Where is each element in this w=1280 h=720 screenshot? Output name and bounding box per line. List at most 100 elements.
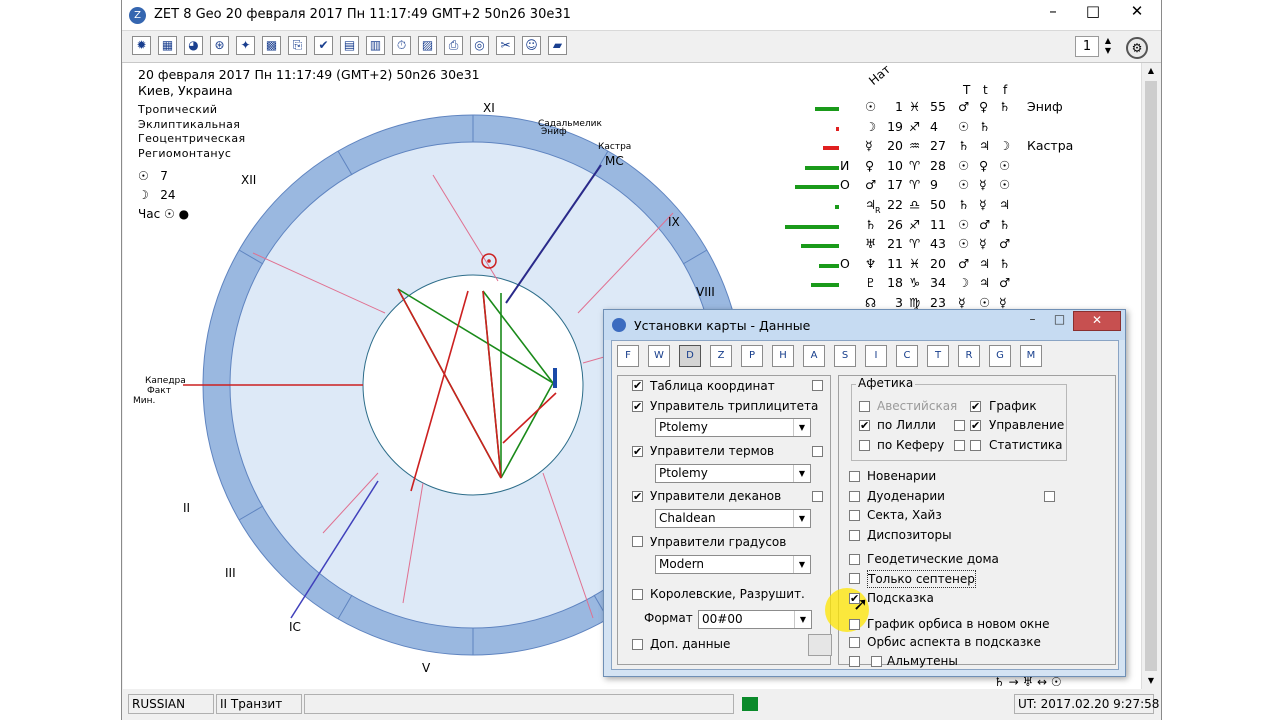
close-button[interactable]: ✕ (1113, 0, 1161, 24)
terms-extra-checkbox[interactable] (812, 446, 823, 457)
strength-bar (801, 244, 839, 249)
planet-row[interactable]: ☽ 19 ♐ 4 ☉ ♄ (783, 117, 1113, 136)
kepler-extra-checkbox[interactable] (954, 440, 965, 451)
moon-icon[interactable]: ◕ (184, 36, 203, 55)
scroll-up-arrow[interactable]: ▲ (1142, 63, 1160, 79)
settings-gear-icon[interactable]: ⚙ (1126, 37, 1148, 59)
planet-glyph: ♀ (865, 157, 875, 173)
planet-row[interactable]: ♃ 22 ♎ 50 ♄ ☿ ♃ R (783, 195, 1113, 215)
person-icon[interactable]: ☺ (522, 36, 541, 55)
coords-table-extra-checkbox[interactable] (812, 380, 823, 391)
control-checkbox[interactable] (970, 420, 981, 431)
stats-checkbox[interactable] (970, 440, 981, 451)
chevron-down-icon: ▼ (793, 510, 810, 527)
orbis-hint-checkbox[interactable] (849, 637, 860, 648)
vertical-scrollbar[interactable]: ▲ ▼ (1141, 63, 1160, 689)
royal-checkbox[interactable] (632, 589, 643, 600)
coords-table-checkbox[interactable] (632, 380, 643, 391)
dialog-tab-i[interactable]: I (865, 345, 887, 367)
dialog-tab-c[interactable]: C (896, 345, 918, 367)
triplicity-checkbox[interactable] (632, 401, 643, 412)
dialog-maximize-button[interactable]: □ (1046, 311, 1073, 329)
grid-icon[interactable]: ▩ (262, 36, 281, 55)
dialog-tab-d[interactable]: D (679, 345, 701, 367)
planet-row[interactable]: О ♂ 17 ♈ 9 ☉ ☿ ☉ (783, 175, 1113, 194)
dialog-tab-z[interactable]: Z (710, 345, 732, 367)
graph-icon[interactable]: ▰ (548, 36, 567, 55)
extra-data-checkbox[interactable] (632, 639, 643, 650)
tools-icon[interactable]: ✂ (496, 36, 515, 55)
print-icon[interactable]: ⎙ (444, 36, 463, 55)
dialog-tab-r[interactable]: R (958, 345, 980, 367)
dispositors-checkbox[interactable] (849, 530, 860, 541)
cusp-label-3: Мин. (133, 396, 156, 406)
planet-row[interactable]: О ♆ 11 ♓ 20 ♂ ♃ ♄ (783, 254, 1113, 273)
afetika-group-label: Афетика (856, 376, 916, 390)
wheel-icon[interactable]: ⊛ (210, 36, 229, 55)
dialog-tab-p[interactable]: P (741, 345, 763, 367)
terms-select[interactable]: Ptolemy ▼ (655, 464, 811, 483)
planet-row[interactable]: ☿ 20 ♒ 27 ♄ ♃ ☽ Кастра (783, 136, 1113, 155)
target-icon[interactable]: ◎ (470, 36, 489, 55)
status-ut: UT: 2017.02.20 9:27:58 (1014, 694, 1159, 714)
septener-label: Только септенер (867, 570, 976, 588)
lilly-checkbox[interactable] (859, 420, 870, 431)
house-label-ii: II (183, 501, 191, 515)
planet-row[interactable]: И ♀ 10 ♈ 28 ☉ ♀ ☉ (783, 156, 1113, 175)
calendar-icon[interactable]: ▥ (366, 36, 385, 55)
planet-row[interactable]: ♅ 21 ♈ 43 ☉ ☿ ♂ (783, 234, 1113, 253)
kepler-checkbox[interactable] (859, 440, 870, 451)
extra-data-button[interactable] (808, 634, 832, 656)
spinner-arrows[interactable]: ▲ ▼ (1102, 36, 1114, 57)
almutens-checkbox-2[interactable] (871, 656, 882, 667)
decans-checkbox[interactable] (632, 491, 643, 502)
novenaria-checkbox[interactable] (849, 471, 860, 482)
minimize-button[interactable]: – (1033, 0, 1073, 24)
graph-checkbox[interactable] (970, 401, 981, 412)
septener-checkbox[interactable] (849, 573, 860, 584)
duodenaria-extra-checkbox[interactable] (1044, 491, 1055, 502)
chart-number-spinner[interactable]: 1 (1075, 36, 1099, 57)
maximize-button[interactable]: □ (1073, 0, 1113, 24)
book-icon[interactable]: ▤ (340, 36, 359, 55)
orbis-window-checkbox[interactable] (849, 619, 860, 630)
dialog-tab-f[interactable]: F (617, 345, 639, 367)
geodetic-checkbox[interactable] (849, 554, 860, 565)
degrees-select[interactable]: Modern ▼ (655, 555, 811, 574)
dialog-tab-m[interactable]: M (1020, 345, 1042, 367)
lilly-extra-checkbox[interactable] (954, 420, 965, 431)
dialog-tab-g[interactable]: G (989, 345, 1011, 367)
scroll-thumb[interactable] (1145, 81, 1157, 671)
sect-checkbox[interactable] (849, 510, 860, 521)
duodenaria-checkbox[interactable] (849, 491, 860, 502)
check-icon[interactable]: ✔ (314, 36, 333, 55)
clock-icon[interactable]: ⏱ (392, 36, 411, 55)
almutens-checkbox-1[interactable] (849, 656, 860, 667)
planet-row[interactable]: ♄ 26 ♐ 11 ☉ ♂ ♄ (783, 215, 1113, 234)
map-icon[interactable]: ▨ (418, 36, 437, 55)
alert-icon[interactable]: ✹ (132, 36, 151, 55)
dialog-tab-s[interactable]: S (834, 345, 856, 367)
bottom-nav-icons[interactable]: ♄ → ♅ ↔ ☉ (994, 675, 1062, 689)
terms-checkbox[interactable] (632, 446, 643, 457)
table-icon[interactable]: ▦ (158, 36, 177, 55)
scroll-down-arrow[interactable]: ▼ (1142, 673, 1160, 689)
format-select[interactable]: 00#00 ▼ (698, 610, 812, 629)
dialog-close-button[interactable]: ✕ (1073, 311, 1121, 331)
stars-icon[interactable]: ✦ (236, 36, 255, 55)
planet-sign: ♈ (909, 236, 921, 252)
dialog-tab-h[interactable]: H (772, 345, 794, 367)
avestian-checkbox[interactable] (859, 401, 870, 412)
planet-row[interactable]: ♇ 18 ♑ 34 ☽ ♃ ♂ (783, 273, 1113, 292)
dialog-tab-a[interactable]: A (803, 345, 825, 367)
decans-select[interactable]: Chaldean ▼ (655, 509, 811, 528)
chart-info: 20 февраля 2017 Пн 11:17:49 (GMT+2) 50n2… (138, 67, 480, 224)
planet-row[interactable]: ☉ 1 ♓ 55 ♂ ♀ ♄ Эниф (783, 97, 1113, 116)
dialog-tab-t[interactable]: T (927, 345, 949, 367)
dialog-tab-w[interactable]: W (648, 345, 670, 367)
copy-icon[interactable]: ⎘ (288, 36, 307, 55)
dialog-minimize-button[interactable]: – (1019, 311, 1046, 329)
degrees-checkbox[interactable] (632, 536, 643, 547)
triplicity-select[interactable]: Ptolemy ▼ (655, 418, 811, 437)
decans-extra-checkbox[interactable] (812, 491, 823, 502)
